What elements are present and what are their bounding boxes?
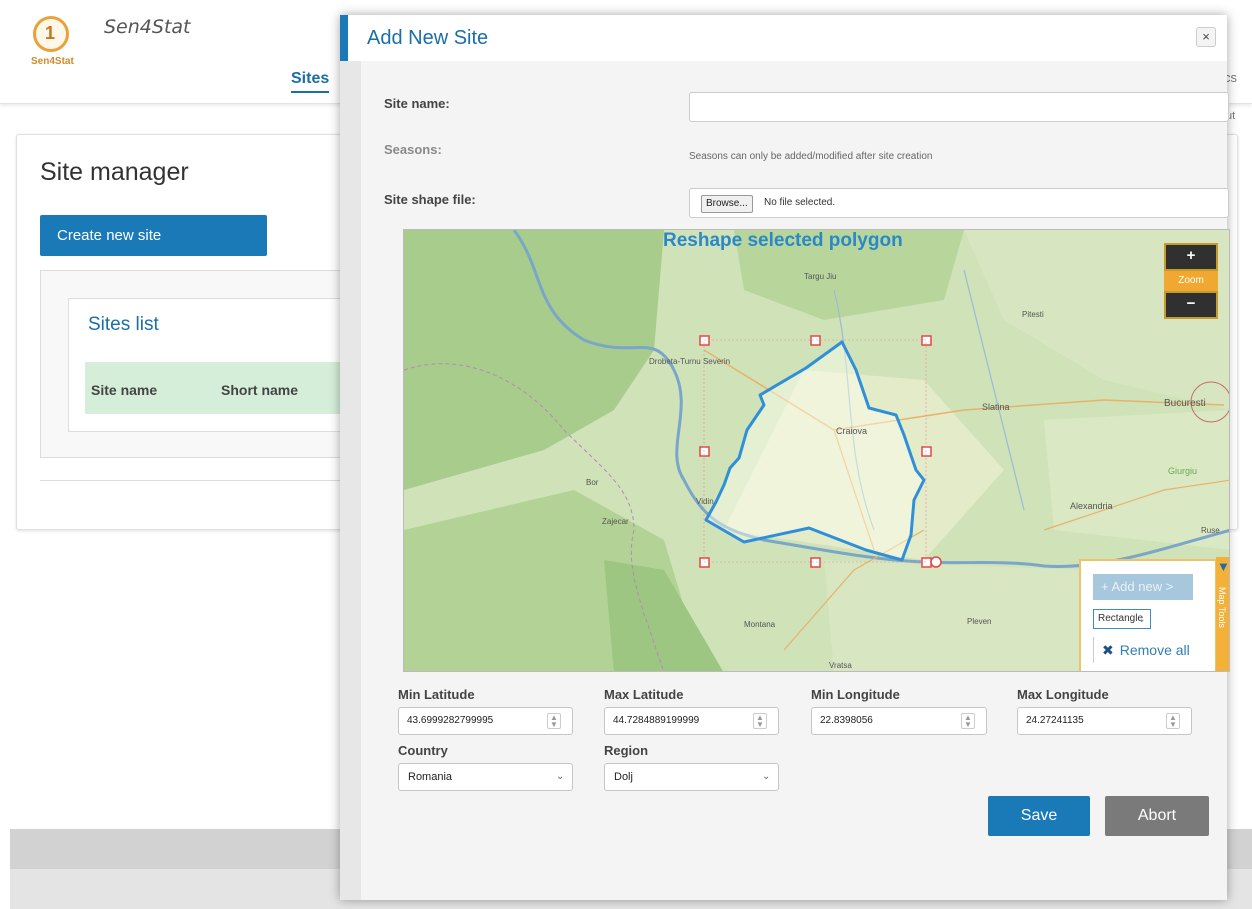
map-overlay-title: Reshape selected polygon [663,230,903,251]
map-label: Alexandria [1070,501,1113,511]
site-name-input[interactable] [689,92,1229,122]
file-status: No file selected. [764,197,836,208]
map-label: Vratsa [829,661,852,670]
map-tools-tab-label: Map Tools [1217,587,1227,628]
spinner-icon[interactable]: ▲ ▼ [961,713,975,729]
region-label: Region [604,743,649,758]
remove-all-label: Remove all [1119,642,1190,658]
pin-icon[interactable]: ▼ [1217,559,1229,574]
shape-type-select[interactable]: Rectangle ⌄ [1093,609,1151,629]
zoom-label: Zoom [1164,271,1218,291]
logo-text: Sen4Stat [31,56,74,67]
map-label: Giurgiu [1168,466,1198,476]
map-label: Slatina [982,402,1010,412]
close-icon: ✖ [1102,642,1114,658]
region-select[interactable]: Dolj ⌄ [604,763,779,791]
chevron-down-icon: ⌄ [556,771,565,782]
map-label: Montana [744,620,776,629]
max-latitude-value: 44.7284889199999 [613,715,700,726]
min-longitude-input[interactable]: 22.8398056 ▲ ▼ [811,707,987,735]
save-button[interactable]: Save [988,796,1090,836]
dialog-title: Add New Site [367,27,489,49]
column-site-name[interactable]: Site name [91,382,157,398]
nav-item-sites[interactable]: Sites [291,70,330,93]
max-longitude-value: 24.27241135 [1026,715,1084,726]
region-value: Dolj [614,771,633,783]
chevron-down-icon: ⌄ [1138,614,1146,624]
max-longitude-input[interactable]: 24.27241135 ▲ ▼ [1017,707,1192,735]
max-longitude-label: Max Longitude [1017,687,1109,702]
seasons-label: Seasons: [384,142,442,157]
shape-type-value: Rectangle [1098,613,1144,624]
map-label: Ruse [1201,526,1220,535]
zoom-out-button[interactable]: − [1164,291,1218,319]
min-longitude-value: 22.8398056 [820,715,873,726]
shape-file-input[interactable]: Browse... No file selected. [689,188,1229,218]
min-longitude-label: Min Longitude [811,687,900,702]
brand-name: Sen4Stat [104,16,191,38]
spinner-icon[interactable]: ▲ ▼ [547,713,561,729]
min-latitude-label: Min Latitude [398,687,475,702]
close-icon[interactable]: × [1196,27,1216,47]
map-view[interactable]: Craiova Slatina Bucuresti Alexandria Giu… [403,229,1230,672]
map-label: Drobeta-Turnu Severin [649,357,731,366]
spinner-icon[interactable]: ▲ ▼ [753,713,767,729]
max-latitude-label: Max Latitude [604,687,684,702]
shape-file-label: Site shape file: [384,192,476,207]
zoom-in-button[interactable]: + [1164,243,1218,271]
map-label: Zajecar [602,517,629,526]
divider [40,480,340,481]
country-value: Romania [408,771,453,783]
map-label: Bor [586,478,599,487]
map-label: Pleven [967,617,992,626]
create-new-site-button[interactable]: Create new site [40,215,267,256]
dialog-accent-bar [340,15,348,61]
add-new-site-dialog: Add New Site × Site name: Seasons: Seaso… [340,15,1230,900]
add-new-shape-button[interactable]: + Add new > [1093,574,1193,600]
map-label: Bucuresti [1164,398,1206,409]
dialog-body: Site name: Seasons: Seasons can only be … [361,61,1230,900]
dialog-side-strip [340,61,361,900]
page-title: Site manager [40,158,189,186]
map-label: Targu Jiu [804,272,837,281]
site-name-label: Site name: [384,96,450,111]
min-latitude-input[interactable]: 43.6999282799995 ▲ ▼ [398,707,573,735]
map-label: Pitesti [1022,310,1044,319]
map-label: Vidin [696,497,714,506]
column-short-name[interactable]: Short name [221,382,298,398]
country-label: Country [398,743,448,758]
logo-icon: 1 [33,16,69,52]
spinner-icon[interactable]: ▲ ▼ [1166,713,1180,729]
seasons-note: Seasons can only be added/modified after… [689,151,933,162]
remove-all-button[interactable]: ✖ Remove all [1093,637,1205,663]
chevron-down-icon: ⌄ [762,771,771,782]
map-tools-tab[interactable]: Map Tools [1216,557,1229,671]
zoom-control: + Zoom − [1164,243,1218,321]
min-latitude-value: 43.6999282799995 [407,715,494,726]
abort-button[interactable]: Abort [1105,796,1209,836]
sites-list-title: Sites list [88,314,159,335]
country-select[interactable]: Romania ⌄ [398,763,573,791]
browse-button[interactable]: Browse... [701,195,753,213]
map-tools-panel: + Add new > Rectangle ⌄ ✖ Remove all [1079,559,1217,671]
max-latitude-input[interactable]: 44.7284889199999 ▲ ▼ [604,707,779,735]
map-label: Craiova [836,426,868,436]
